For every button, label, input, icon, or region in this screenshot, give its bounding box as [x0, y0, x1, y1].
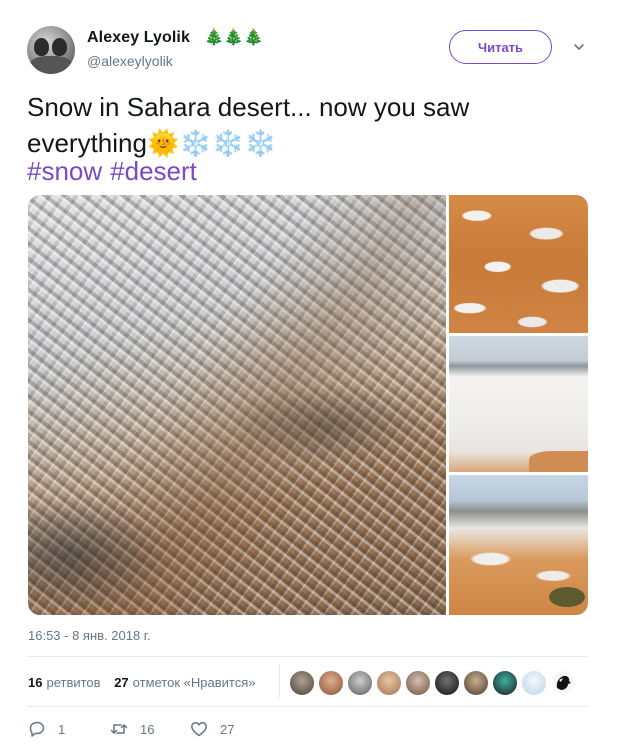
chevron-down-icon[interactable]	[572, 40, 586, 54]
hashtags: #snow #desert	[27, 153, 205, 189]
author-avatar[interactable]	[27, 26, 75, 74]
divider	[27, 656, 588, 657]
desert-landscape-photo[interactable]	[449, 475, 588, 615]
liker-avatar[interactable]	[492, 670, 518, 696]
retweet-button[interactable]: 16	[110, 720, 154, 738]
likes-stat-count: 27	[114, 675, 129, 690]
liker-avatar[interactable]	[434, 670, 460, 696]
stats-separator	[279, 664, 280, 698]
hashtag-snow[interactable]: #snow	[27, 156, 102, 186]
author-handle[interactable]: @alexeylyolik	[87, 53, 173, 69]
snow-dune-photo[interactable]	[449, 336, 588, 472]
divider	[27, 706, 588, 707]
retweets-stat[interactable]: 16 ретвитов	[28, 675, 101, 690]
tweet-text-line1: Snow in Sahara desert... now you saw	[27, 92, 470, 122]
liker-avatar[interactable]	[376, 670, 402, 696]
retweets-stat-label: ретвитов	[46, 675, 101, 690]
media-grid	[28, 195, 588, 615]
tweet-timestamp[interactable]: 16:53 - 8 янв. 2018 г.	[28, 628, 151, 643]
tweet-text: Snow in Sahara desert... now you saw eve…	[27, 89, 602, 161]
liker-avatar[interactable]	[347, 670, 373, 696]
reply-count: 1	[58, 721, 66, 737]
retweet-icon	[110, 724, 128, 734]
tweet-actions: 1 16 27	[28, 720, 328, 744]
retweets-stat-count: 16	[28, 675, 43, 690]
retweet-count: 16	[140, 721, 155, 737]
tweet-stats: 16 ретвитов 27 отметок «Нравится»	[28, 675, 265, 690]
author-emoji: 🎄🎄🎄	[204, 29, 264, 46]
likes-stat-label: отметок «Нравится»	[132, 675, 256, 690]
reply-icon	[29, 721, 45, 737]
hashtag-desert[interactable]: #desert	[110, 156, 197, 186]
follow-button[interactable]: Читать	[449, 30, 552, 64]
like-button[interactable]: 27	[190, 720, 234, 738]
liker-avatar[interactable]	[318, 670, 344, 696]
liker-avatar[interactable]	[289, 670, 315, 696]
heart-icon	[191, 722, 207, 737]
liker-avatar[interactable]	[521, 670, 547, 696]
author-name[interactable]: Alexey Lyolik	[87, 29, 190, 47]
liker-avatar[interactable]	[405, 670, 431, 696]
snowy-sand-photo[interactable]	[449, 195, 588, 333]
like-count: 27	[220, 721, 235, 737]
liker-avatar[interactable]	[463, 670, 489, 696]
liker-avatar[interactable]	[550, 670, 576, 696]
reply-button[interactable]: 1	[28, 720, 65, 738]
satellite-photo[interactable]	[28, 195, 446, 615]
likes-stat[interactable]: 27 отметок «Нравится»	[114, 675, 255, 690]
